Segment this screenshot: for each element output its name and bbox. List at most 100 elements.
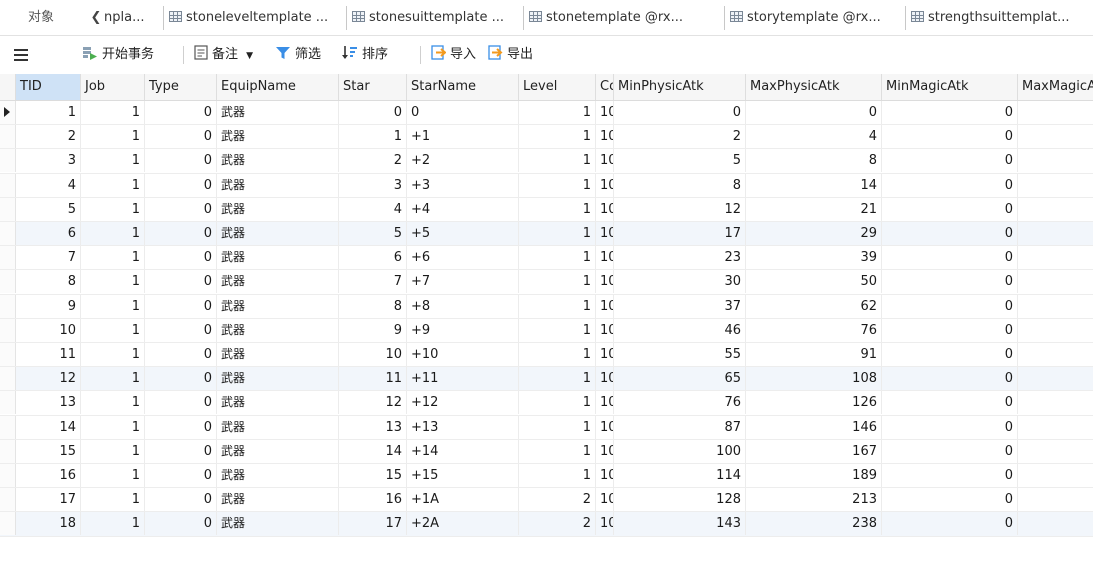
cell-minphysicatk[interactable]: 5 [614,149,746,173]
cell-star[interactable]: 8 [339,294,407,318]
cell-type[interactable]: 0 [145,197,217,221]
cell-job[interactable]: 1 [81,391,145,415]
cell-star[interactable]: 3 [339,173,407,197]
cell-minphysicatk[interactable]: 114 [614,464,746,487]
cell-tid[interactable]: 9 [16,294,81,318]
cell-cost[interactable]: 10 [596,415,614,439]
table-row[interactable]: 710武器6+611023390 [0,246,1093,271]
tab-strengthsuittemplate[interactable]: strengthsuittemplat... [905,6,1093,30]
table-row[interactable]: 610武器5+511017290 [0,222,1093,247]
cell-equipname[interactable]: 武器 [217,318,339,342]
row-gutter[interactable] [0,464,16,487]
hamburger-menu-icon[interactable] [14,49,28,61]
table-row[interactable]: 110武器00110000 [0,101,1093,126]
cell-job[interactable]: 1 [81,222,145,245]
cell-level[interactable]: 1 [519,197,596,221]
cell-level[interactable]: 1 [519,270,596,294]
cell-cost[interactable]: 10 [596,391,614,415]
cell-minphysicatk[interactable]: 30 [614,270,746,294]
cell-tid[interactable]: 13 [16,391,81,415]
cell-level[interactable]: 2 [519,512,596,536]
column-header-starname[interactable]: StarName [407,74,519,100]
cell-job[interactable]: 1 [81,343,145,366]
cell-equipname[interactable]: 武器 [217,512,339,536]
cell-equipname[interactable]: 武器 [217,464,339,487]
cell-minmagicatk[interactable]: 0 [882,415,1018,439]
cell-maxphysicatk[interactable]: 108 [746,367,882,391]
cell-equipname[interactable]: 武器 [217,415,339,439]
cell-cost[interactable]: 10 [596,125,614,149]
cell-equipname[interactable]: 武器 [217,294,339,318]
cell-star[interactable]: 11 [339,367,407,391]
cell-tid[interactable]: 3 [16,149,81,173]
cell-minphysicatk[interactable]: 65 [614,367,746,391]
cell-maxphysicatk[interactable]: 146 [746,415,882,439]
cell-equipname[interactable]: 武器 [217,101,339,124]
table-row[interactable]: 1010武器9+911046760 [0,318,1093,343]
cell-tid[interactable]: 8 [16,270,81,294]
cell-star[interactable]: 0 [339,101,407,124]
column-header-minmagicatk[interactable]: MinMagicAtk [882,74,1018,100]
table-row[interactable]: 1810武器17+2A2101432380 [0,512,1093,537]
cell-star[interactable]: 10 [339,343,407,366]
cell-star[interactable]: 14 [339,439,407,463]
cell-cost[interactable]: 10 [596,488,614,512]
cell-cost[interactable]: 10 [596,270,614,294]
cell-starname[interactable]: +1 [407,125,519,149]
cell-maxphysicatk[interactable]: 50 [746,270,882,294]
tab-stonetemplate[interactable]: stonetemplate @rx... [523,6,723,30]
cell-type[interactable]: 0 [145,343,217,366]
cell-tid[interactable]: 18 [16,512,81,536]
cell-starname[interactable]: +1A [407,488,519,512]
cell-type[interactable]: 0 [145,318,217,342]
begin-transaction-button[interactable]: 开始事务 [82,45,154,65]
tab-stonesuittemplate[interactable]: stonesuittemplate ... [346,6,522,30]
cell-starname[interactable]: +3 [407,173,519,197]
row-gutter[interactable] [0,294,16,318]
cell-job[interactable]: 1 [81,415,145,439]
column-header-type[interactable]: Type [145,74,217,100]
cell-type[interactable]: 0 [145,439,217,463]
cell-type[interactable]: 0 [145,367,217,391]
row-gutter[interactable] [0,197,16,221]
cell-type[interactable]: 0 [145,464,217,487]
cell-type[interactable]: 0 [145,246,217,270]
cell-minmagicatk[interactable]: 0 [882,343,1018,366]
cell-job[interactable]: 1 [81,270,145,294]
cell-tid[interactable]: 7 [16,246,81,270]
column-header-cost[interactable]: Cost [596,74,614,100]
cell-starname[interactable]: +10 [407,343,519,366]
cell-equipname[interactable]: 武器 [217,149,339,173]
cell-tid[interactable]: 5 [16,197,81,221]
cell-type[interactable]: 0 [145,270,217,294]
cell-minmagicatk[interactable]: 0 [882,512,1018,536]
column-header-job[interactable]: Job [81,74,145,100]
sort-button[interactable]: 排序 [342,45,388,65]
cell-tid[interactable]: 10 [16,318,81,342]
filter-button[interactable]: 筛选 [275,45,321,65]
cell-minmagicatk[interactable]: 0 [882,439,1018,463]
cell-cost[interactable]: 10 [596,246,614,270]
row-gutter[interactable] [0,512,16,536]
cell-maxphysicatk[interactable]: 0 [746,101,882,124]
tab-storytemplate[interactable]: storytemplate @rx... [724,6,904,30]
cell-tid[interactable]: 16 [16,464,81,487]
cell-starname[interactable]: +11 [407,367,519,391]
cell-level[interactable]: 1 [519,125,596,149]
cell-maxphysicatk[interactable]: 213 [746,488,882,512]
cell-tid[interactable]: 4 [16,173,81,197]
cell-job[interactable]: 1 [81,367,145,391]
cell-level[interactable]: 1 [519,318,596,342]
cell-maxphysicatk[interactable]: 76 [746,318,882,342]
row-gutter[interactable] [0,391,16,415]
cell-job[interactable]: 1 [81,149,145,173]
cell-starname[interactable]: +2 [407,149,519,173]
cell-maxphysicatk[interactable]: 238 [746,512,882,536]
cell-minphysicatk[interactable]: 17 [614,222,746,245]
cell-minphysicatk[interactable]: 87 [614,415,746,439]
cell-minphysicatk[interactable]: 0 [614,101,746,124]
cell-cost[interactable]: 10 [596,149,614,173]
row-gutter[interactable] [0,343,16,366]
table-row[interactable]: 410武器3+31108140 [0,173,1093,198]
cell-minphysicatk[interactable]: 2 [614,125,746,149]
